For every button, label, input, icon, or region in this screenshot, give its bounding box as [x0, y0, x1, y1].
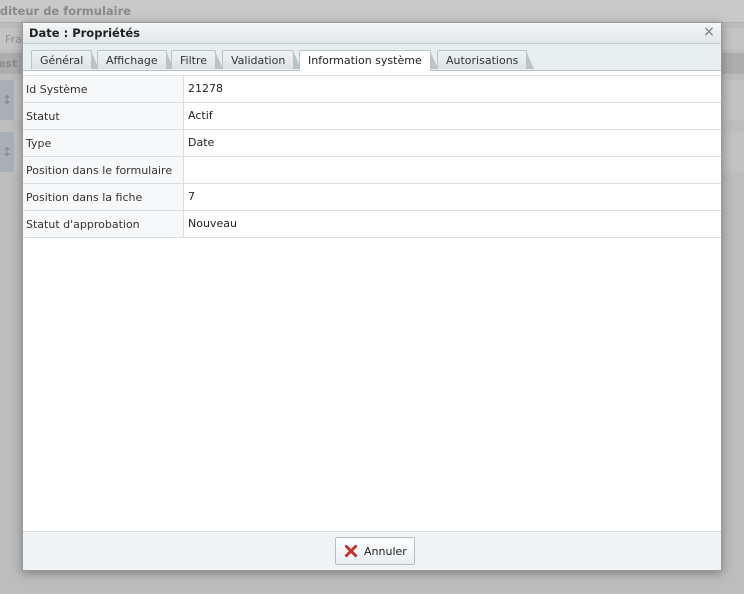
close-icon[interactable]: × — [701, 24, 717, 40]
drag-handle-icon: ↕ — [0, 132, 14, 172]
property-row: Statut Actif — [23, 103, 721, 130]
background-toolbar-text: Fra — [5, 33, 22, 46]
property-key: Statut — [23, 103, 184, 129]
property-value: Date — [188, 136, 215, 149]
property-value: Nouveau — [188, 217, 237, 230]
property-key: Position dans le formulaire — [23, 157, 184, 183]
background-titlebar: Éditeur de formulaire — [0, 0, 744, 23]
drag-handle-icon: ↕ — [0, 80, 14, 120]
property-row: Type Date — [23, 130, 721, 157]
property-value: Actif — [188, 109, 213, 122]
tab-autorisations[interactable]: Autorisations — [437, 50, 535, 69]
property-key: Type — [23, 130, 184, 156]
property-key: Position dans la fiche — [23, 184, 184, 210]
property-value: 7 — [188, 190, 195, 203]
background-band-text: est — [0, 57, 18, 70]
property-row: Id Système 21278 — [23, 76, 721, 103]
property-row: Statut d'approbation Nouveau — [23, 211, 721, 238]
dialog-header: Date : Propriétés × — [23, 23, 721, 44]
property-row: Position dans le formulaire — [23, 157, 721, 184]
tab-bar: Général Affichage Filtre Validation Info… — [23, 44, 721, 71]
tab-general[interactable]: Général — [31, 50, 100, 69]
dialog-footer: Annuler — [23, 531, 721, 570]
red-x-icon — [343, 543, 359, 559]
cancel-button-label: Annuler — [364, 544, 407, 558]
tab-information-systeme[interactable]: Information système — [299, 50, 438, 71]
dialog-title: Date : Propriétés — [29, 26, 140, 40]
cancel-button[interactable]: Annuler — [335, 537, 415, 565]
tab-filtre[interactable]: Filtre — [171, 50, 224, 69]
property-key: Statut d'approbation — [23, 211, 184, 237]
property-value: 21278 — [188, 82, 223, 95]
property-grid: Id Système 21278 Statut Actif Type Date … — [23, 75, 721, 238]
property-value — [184, 157, 721, 183]
properties-dialog: Date : Propriétés × Général Affichage Fi… — [22, 22, 722, 571]
tab-validation[interactable]: Validation — [222, 50, 302, 69]
tab-affichage[interactable]: Affichage — [97, 50, 174, 69]
background-app-title: Éditeur de formulaire — [0, 4, 132, 18]
property-key: Id Système — [23, 76, 184, 102]
property-row: Position dans la fiche 7 — [23, 184, 721, 211]
